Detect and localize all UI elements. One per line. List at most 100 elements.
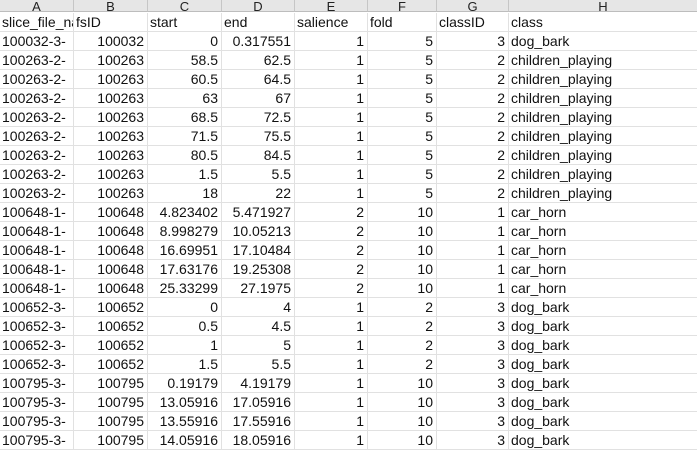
table-cell[interactable]: 100652-3- bbox=[0, 298, 74, 317]
header-cell[interactable]: classID bbox=[437, 13, 509, 32]
table-cell[interactable]: dog_bark bbox=[509, 355, 697, 374]
table-cell[interactable]: 100652-3- bbox=[0, 317, 74, 336]
header-cell[interactable]: salience bbox=[295, 13, 368, 32]
table-cell[interactable]: 68.5 bbox=[148, 108, 222, 127]
table-cell[interactable]: 10 bbox=[368, 279, 437, 298]
table-cell[interactable]: 3 bbox=[437, 317, 509, 336]
header-cell[interactable]: slice_file_na bbox=[0, 13, 74, 32]
table-cell[interactable]: 2 bbox=[437, 165, 509, 184]
table-cell[interactable]: 1 bbox=[295, 317, 368, 336]
table-cell[interactable]: 1 bbox=[295, 70, 368, 89]
table-cell[interactable]: 64.5 bbox=[222, 70, 295, 89]
column-header-c[interactable]: C bbox=[148, 0, 222, 12]
table-cell[interactable]: 5 bbox=[368, 127, 437, 146]
table-cell[interactable]: 2 bbox=[295, 241, 368, 260]
table-cell[interactable]: 100652-3- bbox=[0, 355, 74, 374]
table-cell[interactable]: 100263-2- bbox=[0, 127, 74, 146]
table-cell[interactable]: 3 bbox=[437, 32, 509, 51]
table-cell[interactable]: 100648 bbox=[74, 203, 148, 222]
table-cell[interactable]: 2 bbox=[368, 317, 437, 336]
table-cell[interactable]: 100652 bbox=[74, 298, 148, 317]
table-cell[interactable]: 5 bbox=[368, 146, 437, 165]
table-cell[interactable]: 100648-1- bbox=[0, 260, 74, 279]
table-cell[interactable]: 4.19179 bbox=[222, 374, 295, 393]
table-cell[interactable]: 100263-2- bbox=[0, 51, 74, 70]
table-cell[interactable]: 100263-2- bbox=[0, 70, 74, 89]
table-cell[interactable]: 100263 bbox=[74, 146, 148, 165]
table-cell[interactable]: 2 bbox=[368, 298, 437, 317]
table-cell[interactable]: 100795-3- bbox=[0, 374, 74, 393]
column-header-e[interactable]: E bbox=[295, 0, 368, 12]
table-cell[interactable]: 1 bbox=[437, 241, 509, 260]
table-cell[interactable]: 1 bbox=[295, 32, 368, 51]
table-cell[interactable]: 100263-2- bbox=[0, 146, 74, 165]
table-cell[interactable]: 22 bbox=[222, 184, 295, 203]
table-cell[interactable]: 0.317551 bbox=[222, 32, 295, 51]
table-cell[interactable]: 13.55916 bbox=[148, 412, 222, 431]
table-cell[interactable]: children_playing bbox=[509, 184, 697, 203]
table-cell[interactable]: 14.05916 bbox=[148, 431, 222, 450]
table-cell[interactable]: 3 bbox=[437, 393, 509, 412]
table-cell[interactable]: 5.471927 bbox=[222, 203, 295, 222]
table-cell[interactable]: children_playing bbox=[509, 165, 697, 184]
table-cell[interactable]: 2 bbox=[437, 127, 509, 146]
table-cell[interactable]: 1 bbox=[295, 89, 368, 108]
table-cell[interactable]: dog_bark bbox=[509, 412, 697, 431]
table-cell[interactable]: 18.05916 bbox=[222, 431, 295, 450]
table-cell[interactable]: car_horn bbox=[509, 203, 697, 222]
table-cell[interactable]: 27.1975 bbox=[222, 279, 295, 298]
table-cell[interactable]: 10 bbox=[368, 393, 437, 412]
column-header-a[interactable]: A bbox=[0, 0, 74, 12]
column-header-b[interactable]: B bbox=[74, 0, 148, 12]
table-cell[interactable]: dog_bark bbox=[509, 393, 697, 412]
table-cell[interactable]: 75.5 bbox=[222, 127, 295, 146]
table-cell[interactable]: 80.5 bbox=[148, 146, 222, 165]
table-cell[interactable]: 5.5 bbox=[222, 165, 295, 184]
table-cell[interactable]: 25.33299 bbox=[148, 279, 222, 298]
column-header-h[interactable]: H bbox=[509, 0, 697, 12]
table-cell[interactable]: 1 bbox=[148, 336, 222, 355]
table-cell[interactable]: 100795-3- bbox=[0, 412, 74, 431]
table-cell[interactable]: 1 bbox=[295, 374, 368, 393]
table-cell[interactable]: 5 bbox=[368, 165, 437, 184]
table-cell[interactable]: 100263 bbox=[74, 70, 148, 89]
table-cell[interactable]: 17.63176 bbox=[148, 260, 222, 279]
table-cell[interactable]: 2 bbox=[437, 108, 509, 127]
table-cell[interactable]: 100648 bbox=[74, 222, 148, 241]
header-cell[interactable]: start bbox=[148, 13, 222, 32]
table-cell[interactable]: 63 bbox=[148, 89, 222, 108]
table-cell[interactable]: 3 bbox=[437, 431, 509, 450]
table-cell[interactable]: 100648-1- bbox=[0, 241, 74, 260]
table-cell[interactable]: dog_bark bbox=[509, 336, 697, 355]
header-cell[interactable]: fsID bbox=[74, 13, 148, 32]
table-cell[interactable]: 2 bbox=[295, 222, 368, 241]
table-cell[interactable]: 100648-1- bbox=[0, 203, 74, 222]
table-cell[interactable]: 17.55916 bbox=[222, 412, 295, 431]
table-cell[interactable]: 3 bbox=[437, 298, 509, 317]
header-cell[interactable]: fold bbox=[368, 13, 437, 32]
table-cell[interactable]: 1.5 bbox=[148, 165, 222, 184]
table-cell[interactable]: 5 bbox=[368, 51, 437, 70]
table-cell[interactable]: 5 bbox=[368, 184, 437, 203]
table-cell[interactable]: 100652 bbox=[74, 336, 148, 355]
table-cell[interactable]: 2 bbox=[368, 336, 437, 355]
table-cell[interactable]: 8.998279 bbox=[148, 222, 222, 241]
table-cell[interactable]: 1 bbox=[295, 298, 368, 317]
table-cell[interactable]: 1 bbox=[295, 393, 368, 412]
table-cell[interactable]: 17.05916 bbox=[222, 393, 295, 412]
table-cell[interactable]: 100648 bbox=[74, 241, 148, 260]
table-cell[interactable]: 100648-1- bbox=[0, 222, 74, 241]
table-cell[interactable]: 1 bbox=[295, 127, 368, 146]
table-cell[interactable]: 100652 bbox=[74, 317, 148, 336]
table-cell[interactable]: 2 bbox=[295, 260, 368, 279]
table-cell[interactable]: 100032-3- bbox=[0, 32, 74, 51]
header-cell[interactable]: end bbox=[222, 13, 295, 32]
table-cell[interactable]: 18 bbox=[148, 184, 222, 203]
table-cell[interactable]: 100795 bbox=[74, 412, 148, 431]
table-cell[interactable]: dog_bark bbox=[509, 374, 697, 393]
table-cell[interactable]: 0.5 bbox=[148, 317, 222, 336]
table-cell[interactable]: 2 bbox=[437, 184, 509, 203]
table-cell[interactable]: 10 bbox=[368, 203, 437, 222]
table-cell[interactable]: dog_bark bbox=[509, 298, 697, 317]
table-cell[interactable]: 2 bbox=[368, 355, 437, 374]
